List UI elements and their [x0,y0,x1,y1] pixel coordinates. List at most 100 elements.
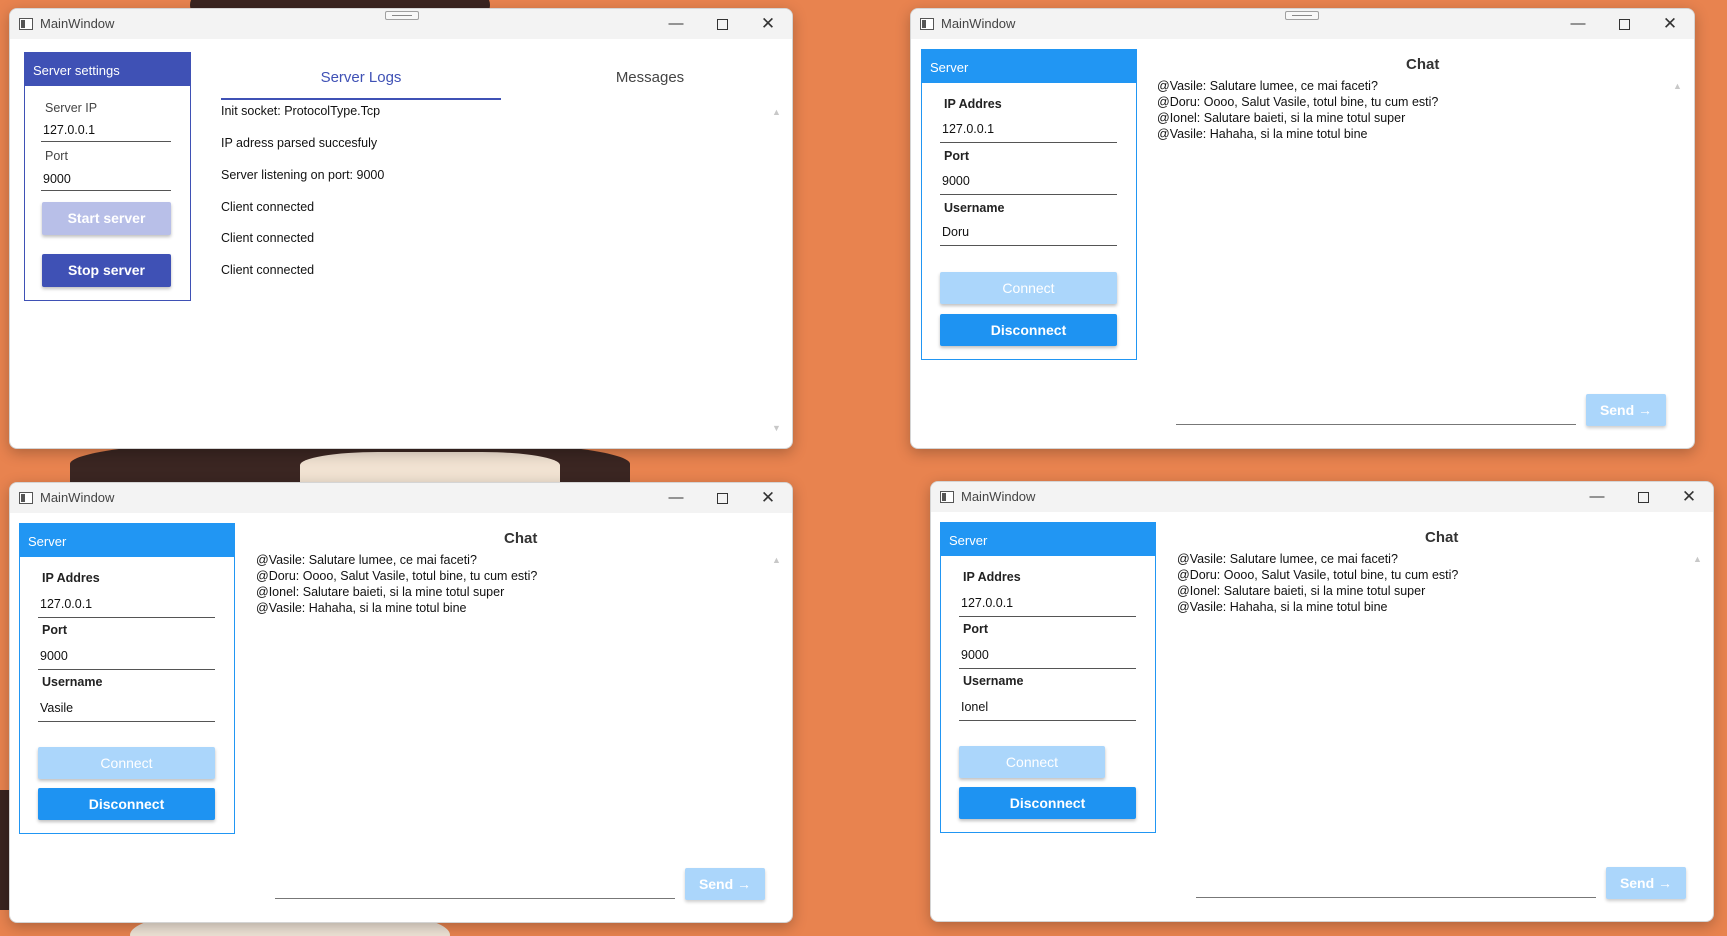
message-input[interactable] [275,898,675,899]
client-window-vasile: MainWindow — ✕ Server IP Addres 127.0.0.… [9,482,793,923]
scroll-down-arrow-icon[interactable]: ▼ [772,423,781,433]
chat-title: Chat [1406,56,1440,73]
scroll-up-arrow-icon[interactable]: ▲ [1673,81,1682,91]
ip-label: IP Addres [42,571,100,585]
app-window-icon [19,492,33,504]
tab-messages[interactable]: Messages [510,69,790,86]
app-window-icon [920,18,934,30]
connection-panel: Server IP Addres 127.0.0.1 Port 9000 Use… [921,49,1137,360]
disconnect-button[interactable]: Disconnect [38,788,215,820]
log-line: IP adress parsed succesfuly [221,136,378,150]
port-input[interactable]: 9000 [43,172,71,186]
client-window-ionel: MainWindow — ✕ Server IP Addres 127.0.0.… [930,481,1714,922]
scroll-up-arrow-icon[interactable]: ▲ [772,107,781,117]
port-input[interactable]: 9000 [942,174,970,188]
send-button[interactable]: Send → [1586,394,1666,426]
connect-button[interactable]: Connect [959,746,1105,778]
chat-message: @Doru: Oooo, Salut Vasile, totul bine, t… [1177,568,1459,582]
scroll-up-arrow-icon[interactable]: ▲ [1693,554,1702,564]
ip-input[interactable]: 127.0.0.1 [961,596,1013,610]
connect-button[interactable]: Connect [940,272,1117,304]
drag-grip-icon[interactable] [385,11,419,20]
port-label: Port [42,623,67,637]
close-button[interactable]: ✕ [1671,485,1707,509]
username-input[interactable]: Doru [942,225,969,239]
ip-input[interactable]: 127.0.0.1 [40,597,92,611]
username-label: Username [963,674,1024,688]
message-input[interactable] [1176,424,1576,425]
maximize-button[interactable] [704,12,740,36]
maximize-icon [1637,491,1649,503]
title-bar[interactable]: MainWindow — ✕ [911,9,1694,39]
server-window: MainWindow — ✕ Server settings Server IP… [9,8,793,449]
port-input[interactable]: 9000 [961,648,989,662]
ip-label: IP Addres [944,97,1002,111]
send-button[interactable]: Send → [685,868,765,900]
maximize-button[interactable] [1606,12,1642,36]
port-label: Port [944,149,969,163]
maximize-button[interactable] [1625,485,1661,509]
input-underline [41,141,171,142]
username-input[interactable]: Ionel [961,700,988,714]
close-button[interactable]: ✕ [1652,12,1688,36]
message-input[interactable] [1196,897,1596,898]
minimize-button[interactable]: — [1560,12,1596,36]
chat-message: @Vasile: Salutare lumee, ce mai faceti? [256,553,477,567]
maximize-icon [1618,18,1630,30]
server-settings-header: Server settings [25,53,190,86]
minimize-button[interactable]: — [658,486,694,510]
disconnect-button[interactable]: Disconnect [940,314,1117,346]
chat-message: @Ionel: Salutare baieti, si la mine totu… [1177,584,1426,598]
window-title: MainWindow [961,489,1036,504]
chat-message: @Ionel: Salutare baieti, si la mine totu… [1157,111,1406,125]
start-server-button[interactable]: Start server [42,202,171,235]
chat-message: @Vasile: Hahaha, si la mine totul bine [256,601,467,615]
chat-message: @Vasile: Hahaha, si la mine totul bine [1177,600,1388,614]
server-ip-input[interactable]: 127.0.0.1 [43,123,95,137]
minimize-button[interactable]: — [658,12,694,36]
port-input[interactable]: 9000 [40,649,68,663]
chat-message: @Vasile: Salutare lumee, ce mai faceti? [1157,79,1378,93]
active-tab-indicator [221,98,501,100]
input-underline [38,617,215,618]
chat-message: @Doru: Oooo, Salut Vasile, totul bine, t… [1157,95,1439,109]
connection-panel: Server IP Addres 127.0.0.1 Port 9000 Use… [19,523,235,834]
connection-panel-header: Server [20,524,234,557]
window-title: MainWindow [941,16,1016,31]
username-label: Username [42,675,103,689]
connection-panel: Server IP Addres 127.0.0.1 Port 9000 Use… [940,522,1156,833]
chat-message: @Ionel: Salutare baieti, si la mine totu… [256,585,505,599]
username-input[interactable]: Vasile [40,701,73,715]
drag-grip-icon[interactable] [1285,11,1319,20]
send-button[interactable]: Send → [1606,867,1686,899]
input-underline [41,190,171,191]
port-label: Port [45,149,68,163]
input-underline [959,720,1136,721]
disconnect-button[interactable]: Disconnect [959,787,1136,819]
connect-button[interactable]: Connect [38,747,215,779]
chat-title: Chat [1425,529,1459,546]
scroll-up-arrow-icon[interactable]: ▲ [772,555,781,565]
chat-message: @Doru: Oooo, Salut Vasile, totul bine, t… [256,569,538,583]
maximize-icon [716,492,728,504]
maximize-button[interactable] [704,486,740,510]
ip-input[interactable]: 127.0.0.1 [942,122,994,136]
window-title: MainWindow [40,490,115,505]
username-label: Username [944,201,1005,215]
title-bar[interactable]: MainWindow — ✕ [10,9,792,39]
title-bar[interactable]: MainWindow — ✕ [10,483,792,513]
app-window-icon [19,18,33,30]
tab-server-logs[interactable]: Server Logs [221,69,501,86]
close-button[interactable]: ✕ [750,486,786,510]
close-button[interactable]: ✕ [750,12,786,36]
log-line: Init socket: ProtocolType.Tcp [221,104,381,118]
maximize-icon [716,18,728,30]
server-ip-label: Server IP [45,101,98,115]
stop-server-button[interactable]: Stop server [42,254,171,287]
title-bar[interactable]: MainWindow — ✕ [931,482,1713,512]
input-underline [940,142,1117,143]
connection-panel-header: Server [922,50,1136,83]
chat-title: Chat [504,530,538,547]
log-line: Client connected [221,200,315,214]
minimize-button[interactable]: — [1579,485,1615,509]
